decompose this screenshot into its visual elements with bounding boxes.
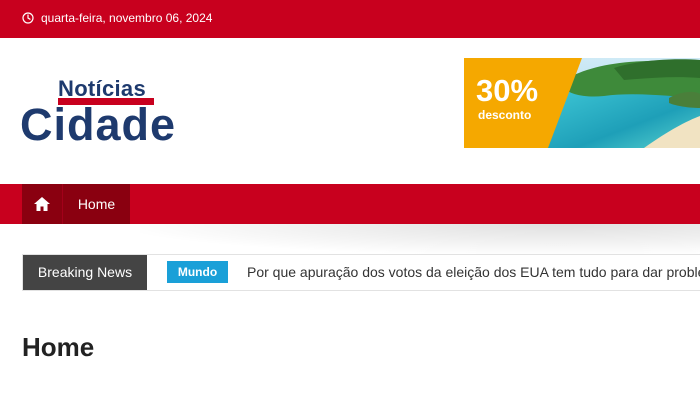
- logo-line-2: Cidade: [20, 99, 177, 150]
- breaking-news-label: Breaking News: [23, 255, 147, 290]
- home-icon: [34, 197, 50, 211]
- category-tag[interactable]: Mundo: [167, 261, 228, 283]
- main-nav: Home: [0, 184, 700, 224]
- top-bar: quarta-feira, novembro 06, 2024: [0, 0, 700, 38]
- site-header: Notícias Cidade 30% desconto: [0, 38, 700, 184]
- site-logo[interactable]: Notícias Cidade: [20, 76, 190, 150]
- nav-home-icon-button[interactable]: [22, 184, 62, 224]
- nav-item-home[interactable]: Home: [62, 184, 130, 224]
- nav-shadow: [140, 224, 700, 254]
- clock-icon: [22, 12, 34, 24]
- breaking-news-ticker: Breaking News Mundo Por que apuração dos…: [22, 254, 700, 291]
- current-date: quarta-feira, novembro 06, 2024: [41, 11, 213, 25]
- ad-discount-percent: 30%: [476, 73, 539, 108]
- ticker-headline[interactable]: Por que apuração dos votos da eleição do…: [247, 255, 700, 290]
- ad-discount-label: desconto: [478, 108, 532, 122]
- ad-banner[interactable]: 30% desconto: [464, 58, 700, 148]
- page-title: Home: [22, 332, 95, 362]
